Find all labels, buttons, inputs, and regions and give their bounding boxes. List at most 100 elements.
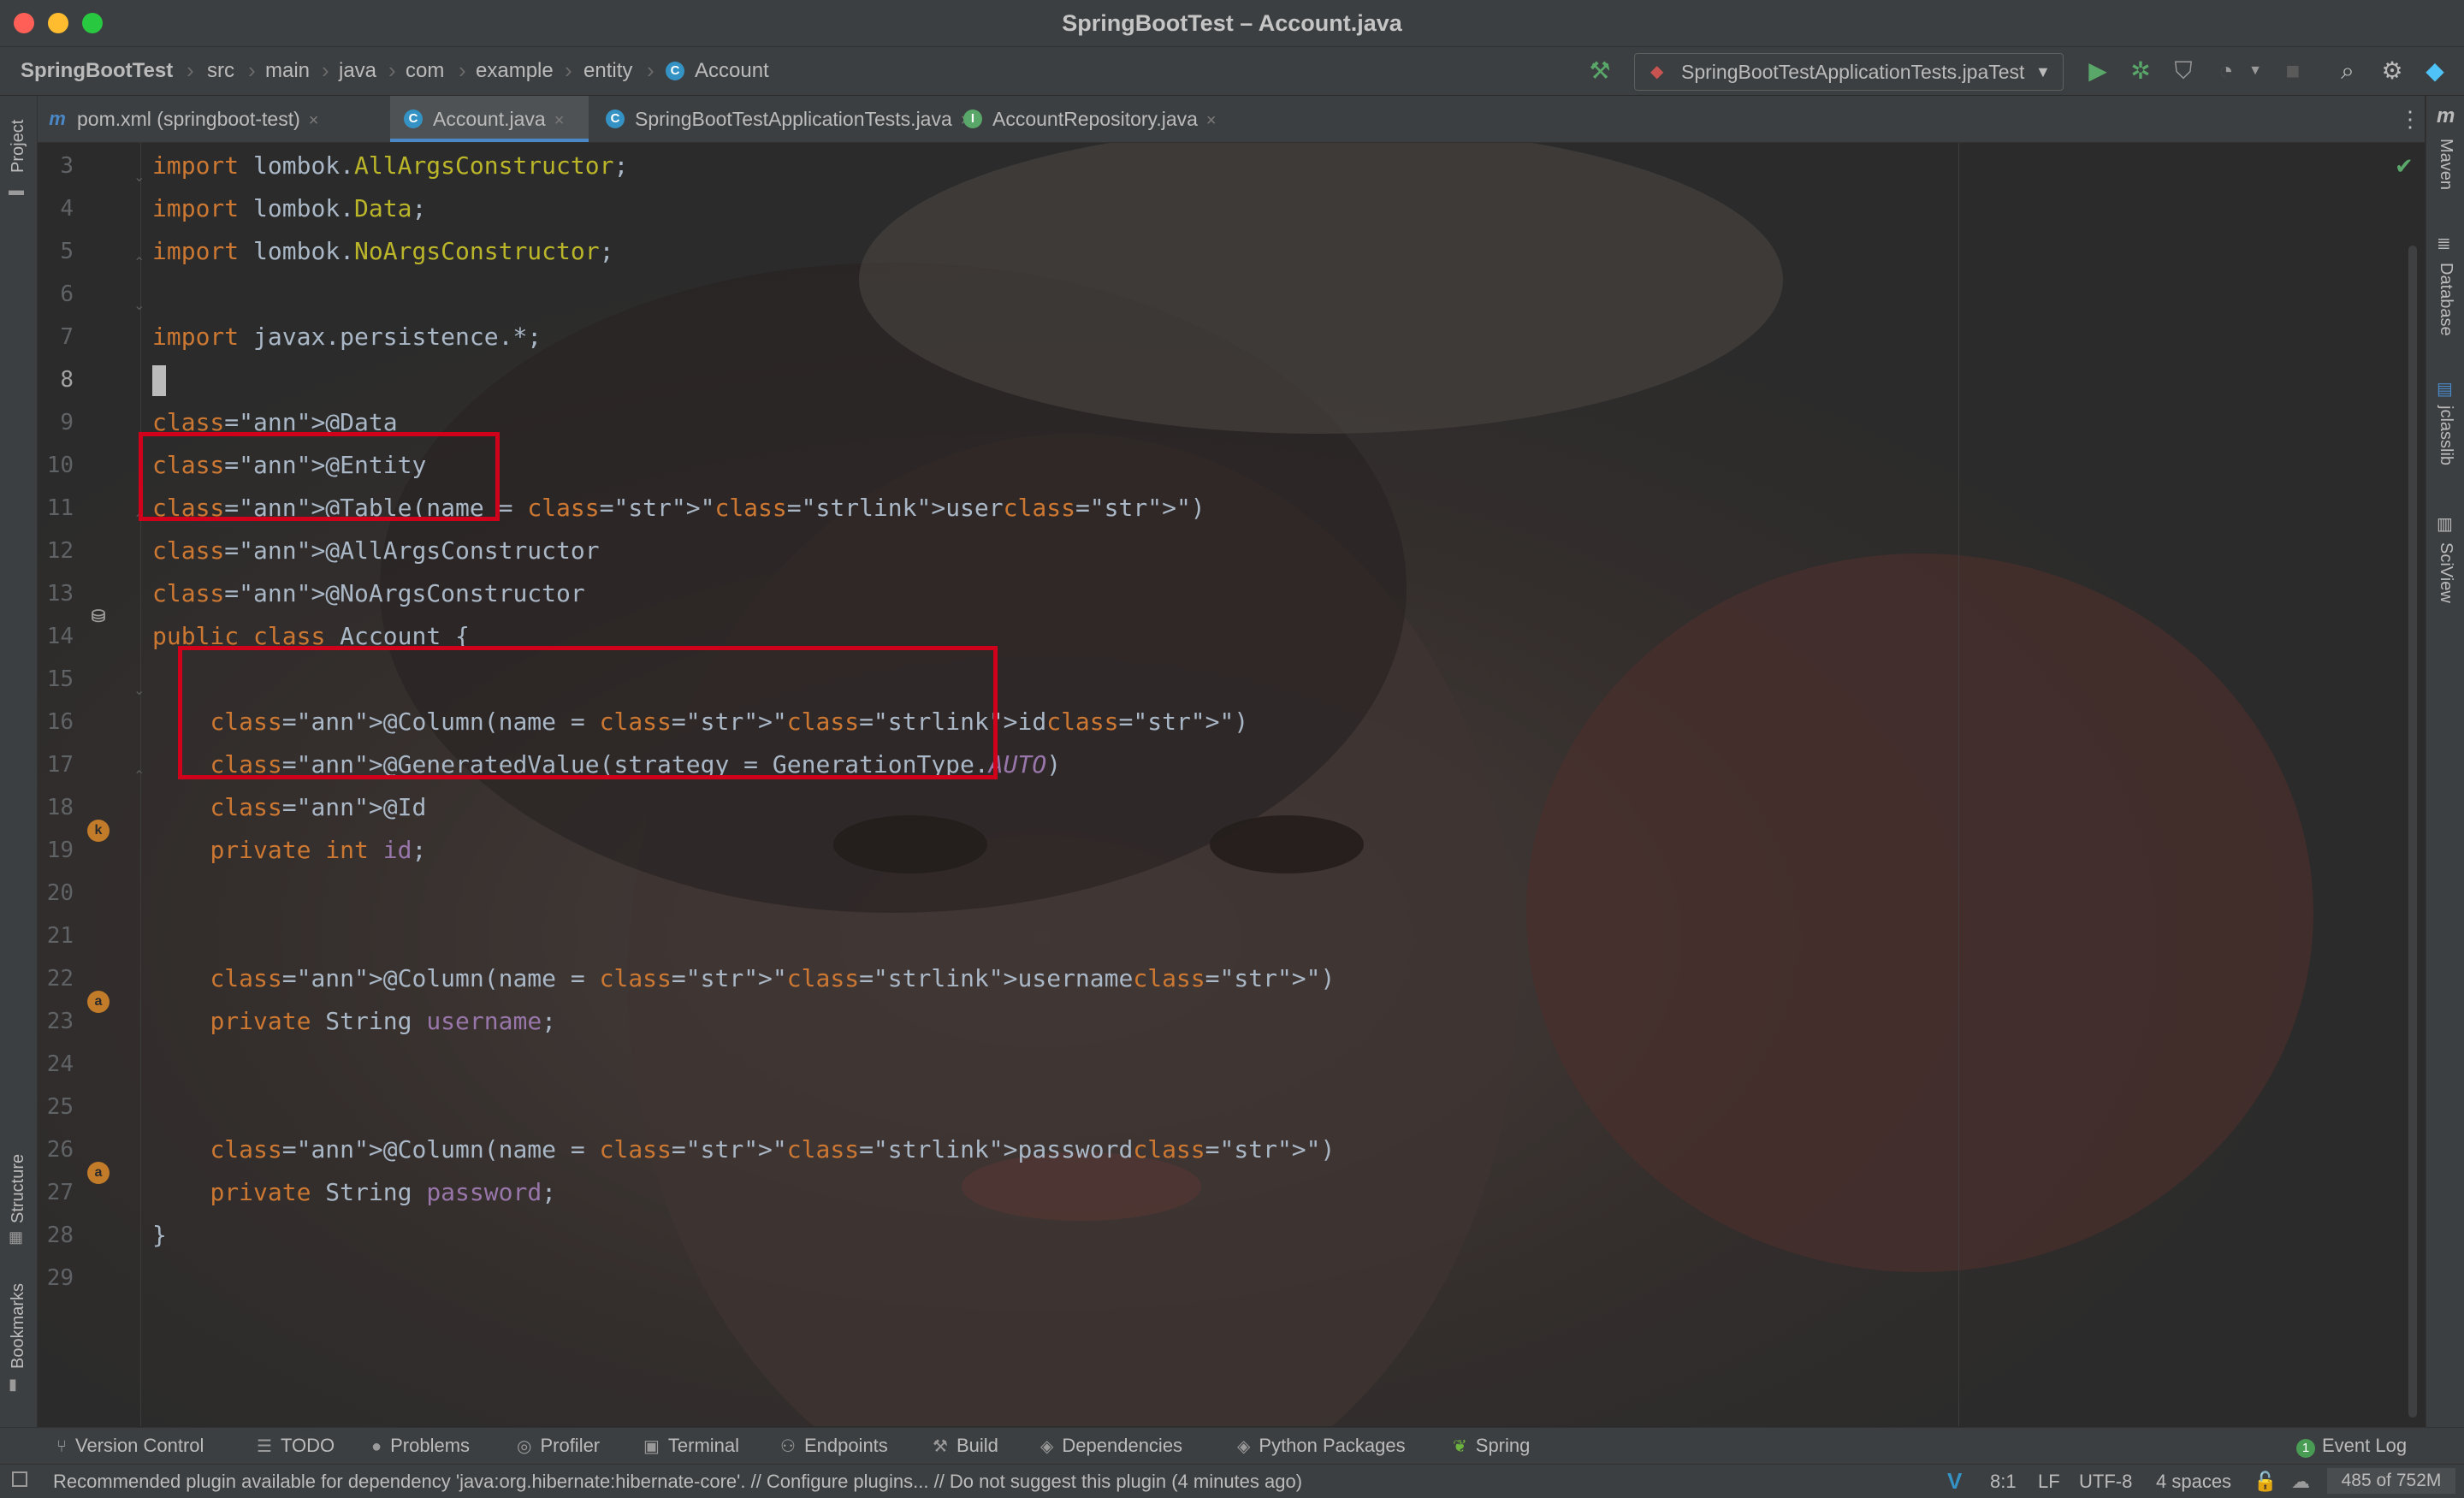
fold-marker-icon[interactable]: ⌄ [133, 682, 145, 699]
breadcrumb-project[interactable]: SpringBootTest [21, 47, 173, 95]
database-tool-button[interactable]: Database [2436, 263, 2455, 336]
breadcrumb-separator: › [565, 57, 572, 83]
code-line[interactable]: import lombok.AllArgsConstructor; [152, 146, 628, 186]
breadcrumb-com[interactable]: com [406, 47, 444, 95]
endpoints-icon: ⚇ [780, 1437, 796, 1456]
code-line[interactable]: class="ann">@AllArgsConstructor [152, 531, 600, 571]
project-tool-button[interactable]: Project [9, 120, 28, 173]
packages-icon: ◈ [1237, 1437, 1251, 1456]
fold-marker-icon[interactable]: ⌃ [133, 767, 145, 785]
breadcrumb-example[interactable]: example [476, 47, 554, 95]
close-icon[interactable]: × [554, 111, 565, 130]
code-line[interactable]: class="ann">@Id [152, 788, 426, 827]
primary-key-icon[interactable]: k [87, 820, 110, 842]
breadcrumb-class[interactable]: Account [695, 47, 769, 95]
terminal-tool-button[interactable]: ▣ Terminal [643, 1428, 739, 1464]
title-bar: SpringBootTest – Account.java [0, 0, 2464, 47]
column-icon[interactable]: a [87, 1162, 110, 1184]
endpoints-tool-button[interactable]: ⚇ Endpoints [780, 1428, 888, 1464]
tool-window-bar: ⑂ Version Control ☰ TODO ● Problems ◎ Profil… [0, 1427, 2464, 1464]
toolbox-icon[interactable]: ◆ [2418, 53, 2452, 89]
breadcrumb-entity[interactable]: entity [583, 47, 632, 95]
tab-account-repository[interactable]: I AccountRepository.java × [963, 96, 1254, 142]
code-line[interactable]: private String username; [152, 1002, 556, 1041]
chevron-down-icon: ▼ [2035, 63, 2051, 80]
no-problems-check-icon: ✔ [2395, 153, 2414, 179]
code-line[interactable]: import lombok.NoArgsConstructor; [152, 232, 613, 271]
fold-marker-icon[interactable]: ⌃ [133, 254, 145, 271]
maven-tool-button[interactable]: Maven [2436, 139, 2455, 190]
window-title: SpringBootTest – Account.java [1062, 10, 1402, 36]
build-hammer-icon[interactable]: ⚒ [1583, 53, 1617, 89]
breadcrumb-separator: › [459, 57, 466, 83]
editor-scrollbar[interactable] [2408, 246, 2417, 1418]
spring-tool-button[interactable]: ❦ Spring [1453, 1428, 1530, 1464]
toggle-tool-windows-icon[interactable] [12, 1471, 27, 1487]
code-line[interactable]: import lombok.Data; [152, 189, 426, 228]
run-configuration-dropdown[interactable]: ◆ SpringBootTestApplicationTests.jpaTest… [1634, 53, 2064, 91]
chevron-down-icon[interactable]: ▼ [2245, 53, 2266, 89]
database-table-icon[interactable]: ⛁ [87, 606, 110, 628]
profiler-icon: ◎ [517, 1437, 532, 1456]
stop-icon[interactable]: ■ [2276, 53, 2310, 89]
tab-springboottest-application-tests[interactable]: CSpringBootTestApplicationTests.java× [606, 96, 982, 142]
todo-tool-button[interactable]: ☰ TODO [257, 1428, 335, 1464]
caret-position[interactable]: 8:1 [1990, 1465, 2017, 1498]
run-icon[interactable]: ▶ [2081, 53, 2115, 89]
code-line[interactable]: } [152, 1216, 167, 1255]
code-editor[interactable]: ✔ 3 import lombok.AllArgsConstructor; 4 imp… [38, 143, 2425, 1426]
build-tool-button[interactable]: ⚒ Build [933, 1428, 998, 1464]
debug-icon[interactable]: ✲ [2123, 53, 2158, 89]
code-line[interactable]: private int id; [152, 831, 426, 870]
gear-icon[interactable]: ⚙ [2375, 53, 2409, 89]
dependencies-tool-button[interactable]: ◈ Dependencies [1040, 1428, 1182, 1464]
problems-tool-button[interactable]: ● Problems [371, 1428, 470, 1464]
line-number: 29 [46, 1265, 74, 1291]
tool-label: Version Control [75, 1435, 204, 1456]
tab-label: SpringBootTestApplicationTests.java [635, 108, 952, 130]
breadcrumb-src[interactable]: src [207, 47, 234, 95]
indent-setting[interactable]: 4 spaces [2156, 1465, 2231, 1498]
profile-icon[interactable]: ◔ [2209, 53, 2243, 89]
vim-icon[interactable]: V [1947, 1465, 1962, 1498]
tab-label: pom.xml (springboot-test) [77, 108, 300, 130]
tab-account-java[interactable]: C Account.java × [390, 96, 589, 142]
profiler-tool-button[interactable]: ◎ Profiler [517, 1428, 600, 1464]
breadcrumb-separator: › [322, 57, 329, 83]
lock-icon[interactable]: 🔓 [2254, 1465, 2277, 1498]
list-icon: ☰ [257, 1437, 272, 1456]
close-icon[interactable]: × [309, 111, 319, 130]
line-number: 25 [46, 1094, 74, 1120]
inspection-icon[interactable]: ☁ [2291, 1465, 2310, 1498]
tab-pom-xml[interactable]: m pom.xml (springboot-test) × [48, 96, 382, 142]
sciview-tool-button[interactable]: SciView [2436, 542, 2455, 603]
event-log-tool-button[interactable]: 1 Event Log [2296, 1428, 2407, 1464]
column-icon[interactable]: a [87, 991, 110, 1013]
code-line[interactable]: class="ann">@Column(name = class="str">"… [152, 1130, 1335, 1169]
status-message[interactable]: Recommended plugin available for depende… [53, 1465, 1302, 1498]
file-encoding[interactable]: UTF-8 [2079, 1465, 2132, 1498]
code-line[interactable]: private String password; [152, 1173, 556, 1212]
search-icon[interactable]: ⌕ [2331, 53, 2365, 89]
line-separator[interactable]: LF [2038, 1465, 2060, 1498]
line-number: 23 [46, 1009, 74, 1034]
fold-marker-icon[interactable]: ⌄ [133, 169, 145, 186]
close-icon[interactable]: × [1206, 111, 1217, 130]
code-line[interactable]: import javax.persistence.*; [152, 317, 542, 357]
breadcrumb-java[interactable]: java [339, 47, 376, 95]
code-line[interactable]: class="ann">@Column(name = class="str">"… [152, 959, 1335, 998]
more-options-icon[interactable]: ⋮ [2399, 96, 2421, 142]
bookmarks-tool-button[interactable]: Bookmarks [9, 1283, 28, 1369]
line-number: 13 [46, 581, 74, 607]
jclasslib-tool-button[interactable]: jclasslib [2436, 406, 2455, 465]
structure-tool-button[interactable]: Structure [9, 1154, 28, 1223]
python-packages-tool-button[interactable]: ◈ Python Packages [1237, 1428, 1406, 1464]
coverage-icon[interactable]: ⛉ [2166, 53, 2200, 89]
version-control-tool-button[interactable]: ⑂ Version Control [56, 1428, 204, 1464]
line-number: 3 [60, 153, 74, 179]
fold-marker-icon[interactable]: ⌄ [133, 297, 145, 314]
breadcrumb-main[interactable]: main [265, 47, 310, 95]
code-line[interactable]: class="ann">@NoArgsConstructor [152, 574, 585, 613]
code-line[interactable] [152, 360, 166, 400]
memory-indicator[interactable]: 485 of 752M [2327, 1468, 2455, 1494]
